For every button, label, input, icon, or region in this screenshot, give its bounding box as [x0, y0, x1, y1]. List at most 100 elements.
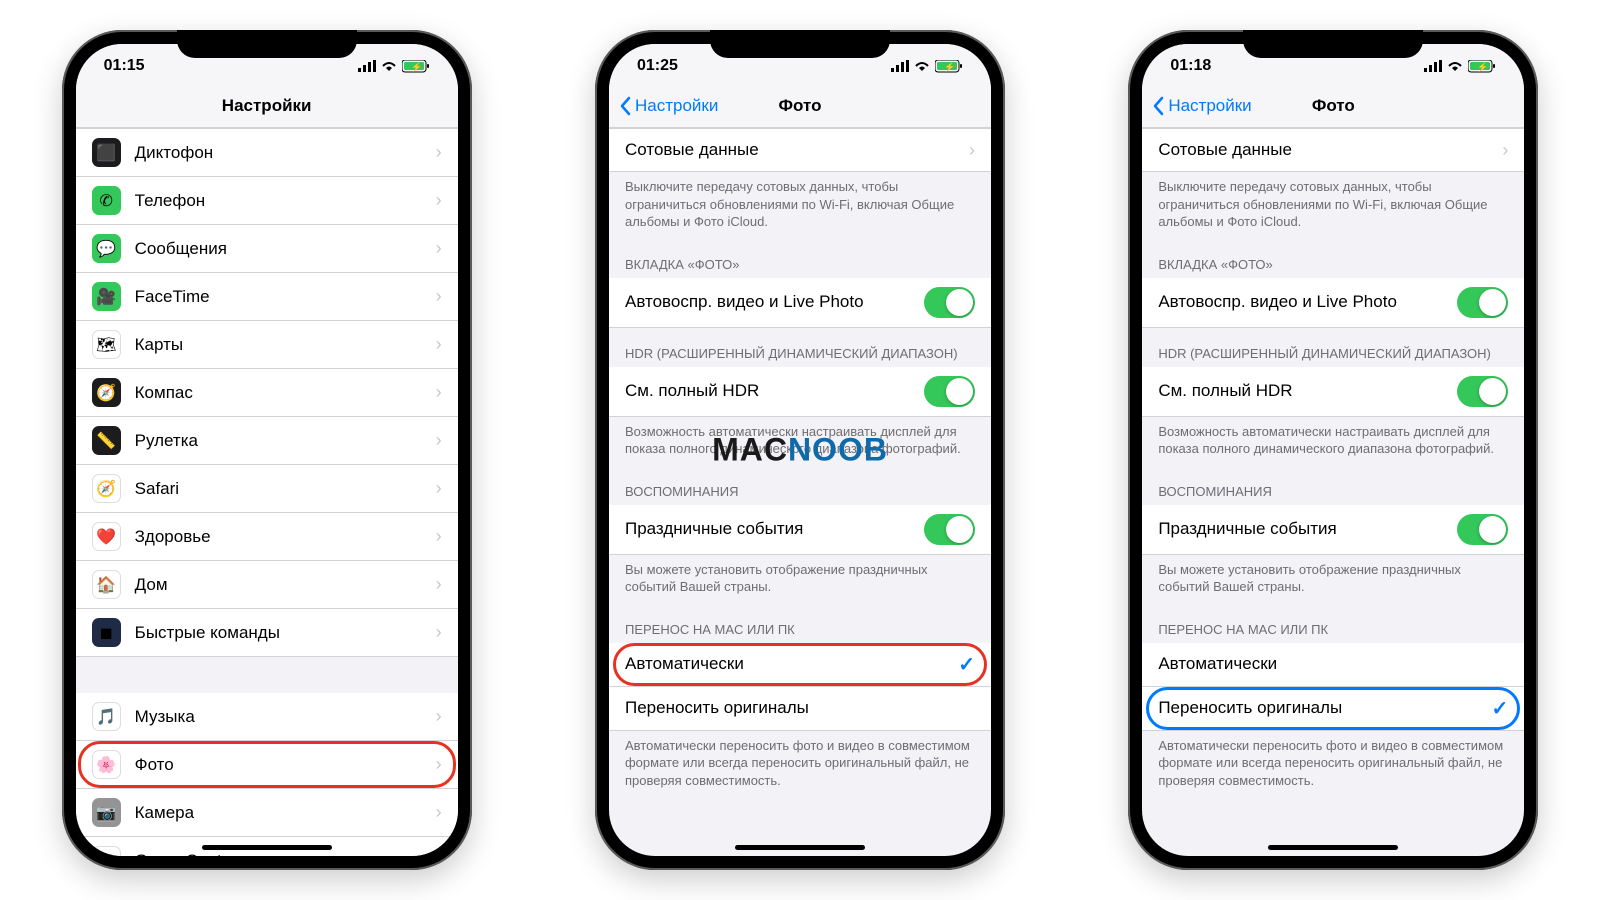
chevron-right-icon: ›	[963, 140, 975, 161]
toggle-switch[interactable]	[1457, 376, 1508, 407]
autoplay-row[interactable]: Автовоспр. видео и Live Photo	[609, 278, 991, 328]
toggle-switch[interactable]	[924, 376, 975, 407]
section-header: ВОСПОМИНАНИЯ	[609, 466, 991, 505]
settings-row-фото[interactable]: 🌸Фото›	[76, 741, 458, 789]
transfer-automatic-row[interactable]: Автоматически	[1142, 643, 1524, 687]
row-label: Фото	[135, 755, 430, 775]
row-label: Здоровье	[135, 527, 430, 547]
row-label: Автовоспр. видео и Live Photo	[625, 292, 924, 312]
notch	[710, 30, 890, 58]
settings-row-facetime[interactable]: 🎥FaceTime›	[76, 273, 458, 321]
wifi-icon	[913, 60, 931, 72]
settings-list[interactable]: ⬛Диктофон›✆Телефон›💬Сообщения›🎥FaceTime›…	[76, 128, 458, 856]
row-label: Камера	[135, 803, 430, 823]
safari-icon: 🧭	[92, 474, 121, 503]
hdr-row[interactable]: См. полный HDR	[609, 367, 991, 417]
back-button[interactable]: Настройки	[619, 96, 718, 116]
home-indicator[interactable]	[202, 845, 332, 850]
toggle-switch[interactable]	[1457, 287, 1508, 318]
section-header: ВКЛАДКА «ФОТО»	[1142, 239, 1524, 278]
toggle-switch[interactable]	[1457, 514, 1508, 545]
cellular-data-row[interactable]: Сотовые данные›	[609, 128, 991, 172]
settings-row-телефон[interactable]: ✆Телефон›	[76, 177, 458, 225]
settings-row-safari[interactable]: 🧭Safari›	[76, 465, 458, 513]
row-label: Game Center	[135, 851, 430, 857]
iphone-frame-2: 01:25 ⚡ Настройки Фото Сотовые данные›Вы…	[595, 30, 1005, 870]
wifi-icon	[1446, 60, 1464, 72]
row-label: Музыка	[135, 707, 430, 727]
transfer-originals-row[interactable]: Переносить оригиналы	[609, 687, 991, 731]
section-header: ПЕРЕНОС НА MAC ИЛИ ПК	[1142, 604, 1524, 643]
settings-row-компас[interactable]: 🧭Компас›	[76, 369, 458, 417]
settings-row-здоровье[interactable]: ❤️ Здоровье›	[76, 513, 458, 561]
photo-settings-list[interactable]: Сотовые данные›Выключите передачу сотовы…	[1142, 128, 1524, 856]
page-title: Фото	[779, 96, 822, 116]
autoplay-row[interactable]: Автовоспр. видео и Live Photo	[1142, 278, 1524, 328]
maps-icon: 🗺	[92, 330, 121, 359]
footer-text: Автоматически переносить фото и видео в …	[1142, 731, 1524, 798]
settings-row-рулетка[interactable]: 📏Рулетка›	[76, 417, 458, 465]
row-label: Переносить оригиналы	[625, 698, 975, 718]
chevron-right-icon: ›	[430, 430, 442, 451]
transfer-originals-row[interactable]: Переносить оригиналы✓	[1142, 687, 1524, 731]
facetime-icon: 🎥	[92, 282, 121, 311]
cellular-data-row[interactable]: Сотовые данные›	[1142, 128, 1524, 172]
section-header: HDR (РАСШИРЕННЫЙ ДИНАМИЧЕСКИЙ ДИАПАЗОН)	[1142, 328, 1524, 367]
row-label: Дом	[135, 575, 430, 595]
chevron-right-icon: ›	[430, 850, 442, 856]
holiday-events-row[interactable]: Праздничные события	[609, 505, 991, 555]
section-header: ПЕРЕНОС НА MAC ИЛИ ПК	[609, 604, 991, 643]
home-indicator[interactable]	[1268, 845, 1398, 850]
settings-row-камера[interactable]: 📷Камера›	[76, 789, 458, 837]
row-label: Сотовые данные	[625, 140, 963, 160]
battery-icon: ⚡	[935, 60, 963, 73]
chevron-right-icon: ›	[430, 334, 442, 355]
home-indicator[interactable]	[735, 845, 865, 850]
checkmark-icon: ✓	[958, 652, 975, 677]
chevron-left-icon	[1152, 96, 1164, 116]
compass-icon: 🧭	[92, 378, 121, 407]
settings-row-карты[interactable]: 🗺 Карты›	[76, 321, 458, 369]
transfer-automatic-row[interactable]: Автоматически✓	[609, 643, 991, 687]
battery-icon: ⚡	[402, 60, 430, 73]
toggle-switch[interactable]	[924, 287, 975, 318]
health-icon: ❤️	[92, 522, 121, 551]
status-time: 01:25	[637, 57, 678, 75]
battery-icon: ⚡	[1468, 60, 1496, 73]
hdr-row[interactable]: См. полный HDR	[1142, 367, 1524, 417]
settings-row-быстрые-команды[interactable]: ◼Быстрые команды›	[76, 609, 458, 657]
settings-row-сообщения[interactable]: 💬 Сообщения›	[76, 225, 458, 273]
navigation-bar: Настройки	[76, 84, 458, 128]
settings-row-дом[interactable]: 🏠Дом›	[76, 561, 458, 609]
chevron-right-icon: ›	[430, 754, 442, 775]
settings-row-диктофон[interactable]: ⬛Диктофон›	[76, 128, 458, 177]
footer-text: Возможность автоматически настраивать ди…	[609, 417, 991, 466]
music-icon: 🎵	[92, 702, 121, 731]
chevron-right-icon: ›	[430, 526, 442, 547]
checkmark-icon: ✓	[1492, 696, 1509, 721]
chevron-right-icon: ›	[430, 238, 442, 259]
chevron-right-icon: ›	[430, 802, 442, 823]
back-button[interactable]: Настройки	[1152, 96, 1251, 116]
settings-row-музыка[interactable]: 🎵Музыка›	[76, 693, 458, 741]
notch	[1243, 30, 1423, 58]
cellular-signal-icon	[358, 60, 376, 72]
photo-settings-list[interactable]: Сотовые данные›Выключите передачу сотовы…	[609, 128, 991, 856]
measure-icon: 📏	[92, 426, 121, 455]
row-label: См. полный HDR	[1158, 381, 1457, 401]
row-label: Сотовые данные	[1158, 140, 1496, 160]
navigation-bar: Настройки Фото	[609, 84, 991, 128]
shortcuts-icon: ◼	[92, 618, 121, 647]
page-title: Фото	[1312, 96, 1355, 116]
row-label: Компас	[135, 383, 430, 403]
cellular-signal-icon	[891, 60, 909, 72]
row-label: Автовоспр. видео и Live Photo	[1158, 292, 1457, 312]
row-label: Сообщения	[135, 239, 430, 259]
toggle-switch[interactable]	[924, 514, 975, 545]
row-label: Карты	[135, 335, 430, 355]
wifi-icon	[380, 60, 398, 72]
messages-icon: 💬	[92, 234, 121, 263]
section-header: ВОСПОМИНАНИЯ	[1142, 466, 1524, 505]
holiday-events-row[interactable]: Праздничные события	[1142, 505, 1524, 555]
footer-text: Вы можете установить отображение праздни…	[1142, 555, 1524, 604]
